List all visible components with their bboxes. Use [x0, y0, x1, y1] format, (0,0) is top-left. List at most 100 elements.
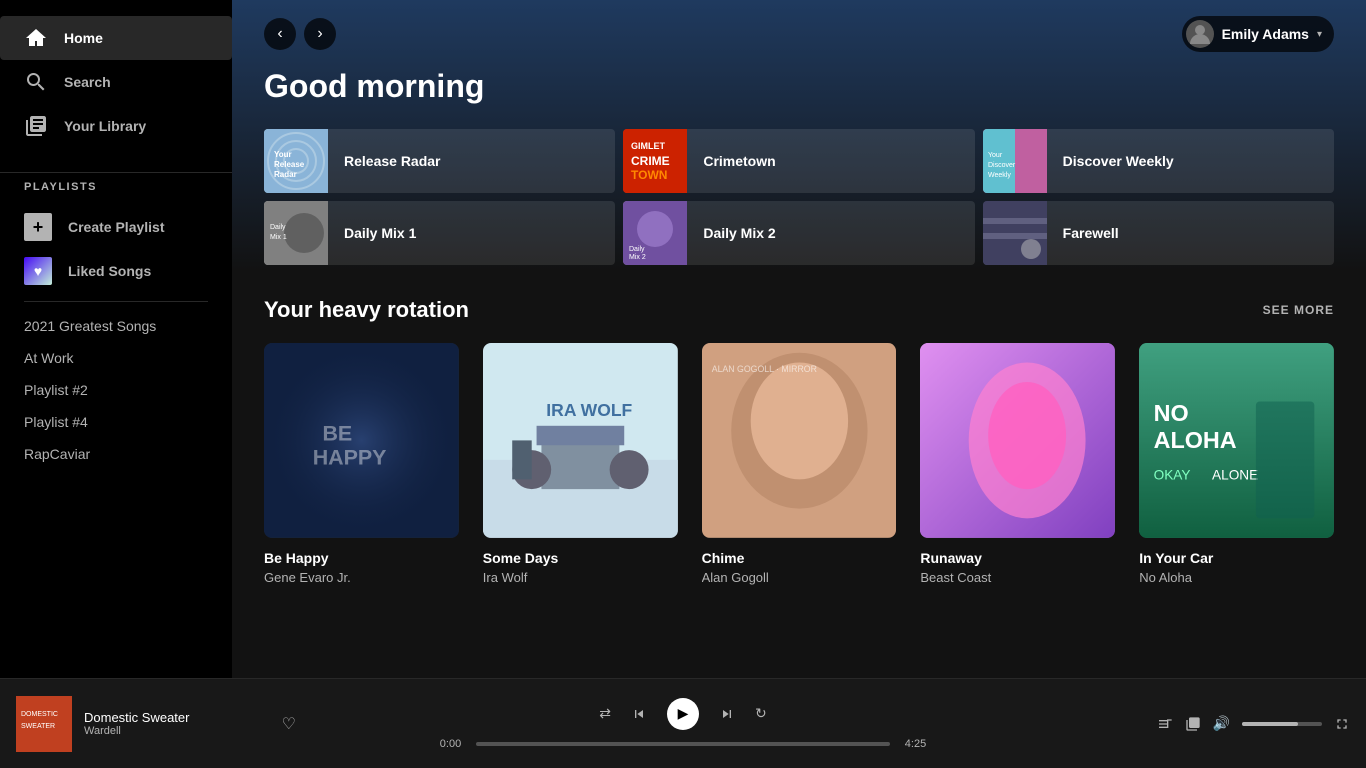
svg-text:Daily: Daily — [270, 224, 286, 231]
playlist-item-at-work[interactable]: At Work — [24, 342, 208, 374]
svg-text:ALOHA: ALOHA — [1154, 427, 1237, 453]
svg-text:Release: Release — [274, 160, 305, 169]
volume-bar[interactable] — [1242, 722, 1322, 726]
svg-text:BE: BE — [322, 421, 352, 445]
card-runaway[interactable]: Runaway Beast Coast — [920, 343, 1115, 585]
repeat-button[interactable]: ↻ — [755, 705, 767, 722]
rotation-section-header: Your heavy rotation SEE MORE — [264, 297, 1334, 323]
sidebar-home-label: Home — [64, 30, 103, 46]
rotation-cards-grid: BE HAPPY Be Happy Gene Evaro Jr. — [264, 343, 1334, 585]
svg-text:SWEATER: SWEATER — [21, 723, 55, 730]
card-subtitle-be-happy: Gene Evaro Jr. — [264, 570, 459, 585]
next-button[interactable] — [719, 706, 735, 722]
shuffle-button[interactable]: ⇄ — [599, 705, 611, 722]
playlist-item-rapcaviar[interactable]: RapCaviar — [24, 438, 208, 470]
quick-item-discover-weekly[interactable]: YourDiscoverWeekly Discover Weekly — [983, 129, 1334, 193]
topbar: ‹ › Emily Adams ▾ — [232, 0, 1366, 68]
page-title: Good morning — [264, 68, 1334, 105]
track-info: Domestic Sweater Wardell — [84, 710, 270, 737]
svg-text:ALONE: ALONE — [1212, 467, 1258, 482]
quick-item-release-radar[interactable]: YourReleaseRadar Release Radar — [264, 129, 615, 193]
sidebar-item-library[interactable]: Your Library — [0, 104, 232, 148]
sidebar-item-search[interactable]: Search — [0, 60, 232, 104]
progress-bar[interactable] — [476, 742, 890, 746]
volume-fill — [1242, 722, 1298, 726]
svg-text:CRIME: CRIME — [631, 154, 670, 168]
playlist-item-2[interactable]: Playlist #2 — [24, 374, 208, 406]
quick-thumb-farewell — [983, 201, 1047, 265]
quick-item-farewell[interactable]: Farewell — [983, 201, 1334, 265]
card-title-in-your-car: In Your Car — [1139, 550, 1334, 566]
playlists-section: PLAYLISTS + Create Playlist ♥ Liked Song… — [0, 181, 232, 470]
sidebar: Home Search Your Library PLAYLISTS + Cre… — [0, 0, 232, 678]
liked-songs-button[interactable]: ♥ Liked Songs — [24, 249, 208, 293]
create-playlist-icon: + — [24, 213, 52, 241]
quick-item-crimetown[interactable]: GIMLETCRIMETOWN Crimetown — [623, 129, 974, 193]
card-title-be-happy: Be Happy — [264, 550, 459, 566]
play-pause-button[interactable]: ▶ — [667, 698, 699, 730]
svg-text:GIMLET: GIMLET — [631, 141, 665, 151]
library-icon — [24, 114, 48, 138]
svg-text:Weekly: Weekly — [988, 172, 1011, 179]
sidebar-library-label: Your Library — [64, 118, 146, 134]
create-playlist-button[interactable]: + Create Playlist — [24, 205, 208, 249]
quick-label-daily-mix-1: Daily Mix 1 — [328, 225, 432, 241]
now-playing-left: DOMESTIC SWEATER Domestic Sweater Wardell… — [16, 696, 296, 752]
track-artist: Wardell — [84, 725, 270, 737]
svg-text:Your: Your — [988, 152, 1003, 159]
quick-label-release-radar: Release Radar — [328, 153, 457, 169]
card-subtitle-in-your-car: No Aloha — [1139, 570, 1334, 585]
svg-text:DOMESTIC: DOMESTIC — [21, 711, 58, 718]
heart-button[interactable]: ♡ — [282, 714, 296, 734]
card-thumb-chime: ALAN GOGOLL · MIRROR — [702, 343, 897, 538]
playlists-divider — [24, 301, 208, 302]
queue-button[interactable] — [1185, 716, 1201, 732]
card-title-runaway: Runaway — [920, 550, 1115, 566]
now-playing-center: ⇄ ▶ ↻ 0:00 4:25 — [296, 698, 1070, 750]
user-menu[interactable]: Emily Adams ▾ — [1182, 16, 1334, 52]
svg-text:OKAY: OKAY — [1154, 467, 1191, 482]
playlist-list: 2021 Greatest Songs At Work Playlist #2 … — [24, 310, 208, 470]
fullscreen-button[interactable] — [1334, 716, 1350, 732]
card-title-chime: Chime — [702, 550, 897, 566]
track-thumbnail: DOMESTIC SWEATER — [16, 696, 72, 752]
lyrics-button[interactable] — [1157, 716, 1173, 732]
quick-label-daily-mix-2: Daily Mix 2 — [687, 225, 791, 241]
total-time: 4:25 — [898, 738, 933, 750]
quick-item-daily-mix-1[interactable]: Daily Mix 1 Daily Mix 1 — [264, 201, 615, 265]
liked-songs-icon: ♥ — [24, 257, 52, 285]
card-subtitle-runaway: Beast Coast — [920, 570, 1115, 585]
previous-button[interactable] — [631, 706, 647, 722]
card-chime[interactable]: ALAN GOGOLL · MIRROR Chime Alan Gogoll — [702, 343, 897, 585]
svg-text:IRA WOLF: IRA WOLF — [546, 400, 632, 420]
quick-item-daily-mix-2[interactable]: DailyMix 2 Daily Mix 2 — [623, 201, 974, 265]
card-in-your-car[interactable]: NO ALOHA OKAYALONE In Your Car No Aloha — [1139, 343, 1334, 585]
card-be-happy[interactable]: BE HAPPY Be Happy Gene Evaro Jr. — [264, 343, 459, 585]
card-title-some-days: Some Days — [483, 550, 678, 566]
create-playlist-label: Create Playlist — [68, 219, 165, 235]
home-icon — [24, 26, 48, 50]
content-area: Good morning YourReleaseRadar Release Ra… — [232, 68, 1366, 617]
quick-label-farewell: Farewell — [1047, 225, 1135, 241]
playlist-item-4[interactable]: Playlist #4 — [24, 406, 208, 438]
sidebar-nav: Home Search Your Library — [0, 8, 232, 164]
svg-text:Mix 1: Mix 1 — [270, 234, 287, 241]
svg-text:TOWN: TOWN — [631, 168, 667, 182]
volume-button[interactable]: 🔊 — [1213, 715, 1230, 732]
see-more-button[interactable]: SEE MORE — [1263, 303, 1334, 317]
sidebar-item-home[interactable]: Home — [0, 16, 232, 60]
avatar — [1186, 20, 1214, 48]
quick-label-discover-weekly: Discover Weekly — [1047, 153, 1190, 169]
quick-grid: YourReleaseRadar Release Radar GIMLET CRI… — [264, 129, 1334, 265]
now-playing-right: 🔊 — [1070, 715, 1350, 732]
progress-bar-container: 0:00 4:25 — [433, 738, 933, 750]
card-thumb-be-happy: BE HAPPY — [264, 343, 459, 538]
card-subtitle-chime: Alan Gogoll — [702, 570, 897, 585]
chevron-down-icon: ▾ — [1317, 29, 1322, 40]
back-button[interactable]: ‹ — [264, 18, 296, 50]
playlist-item-2021[interactable]: 2021 Greatest Songs — [24, 310, 208, 342]
card-some-days[interactable]: IRA WOLF Some Days Ira Wolf — [483, 343, 678, 585]
card-thumb-runaway — [920, 343, 1115, 538]
forward-button[interactable]: › — [304, 18, 336, 50]
svg-text:HAPPY: HAPPY — [313, 446, 387, 470]
